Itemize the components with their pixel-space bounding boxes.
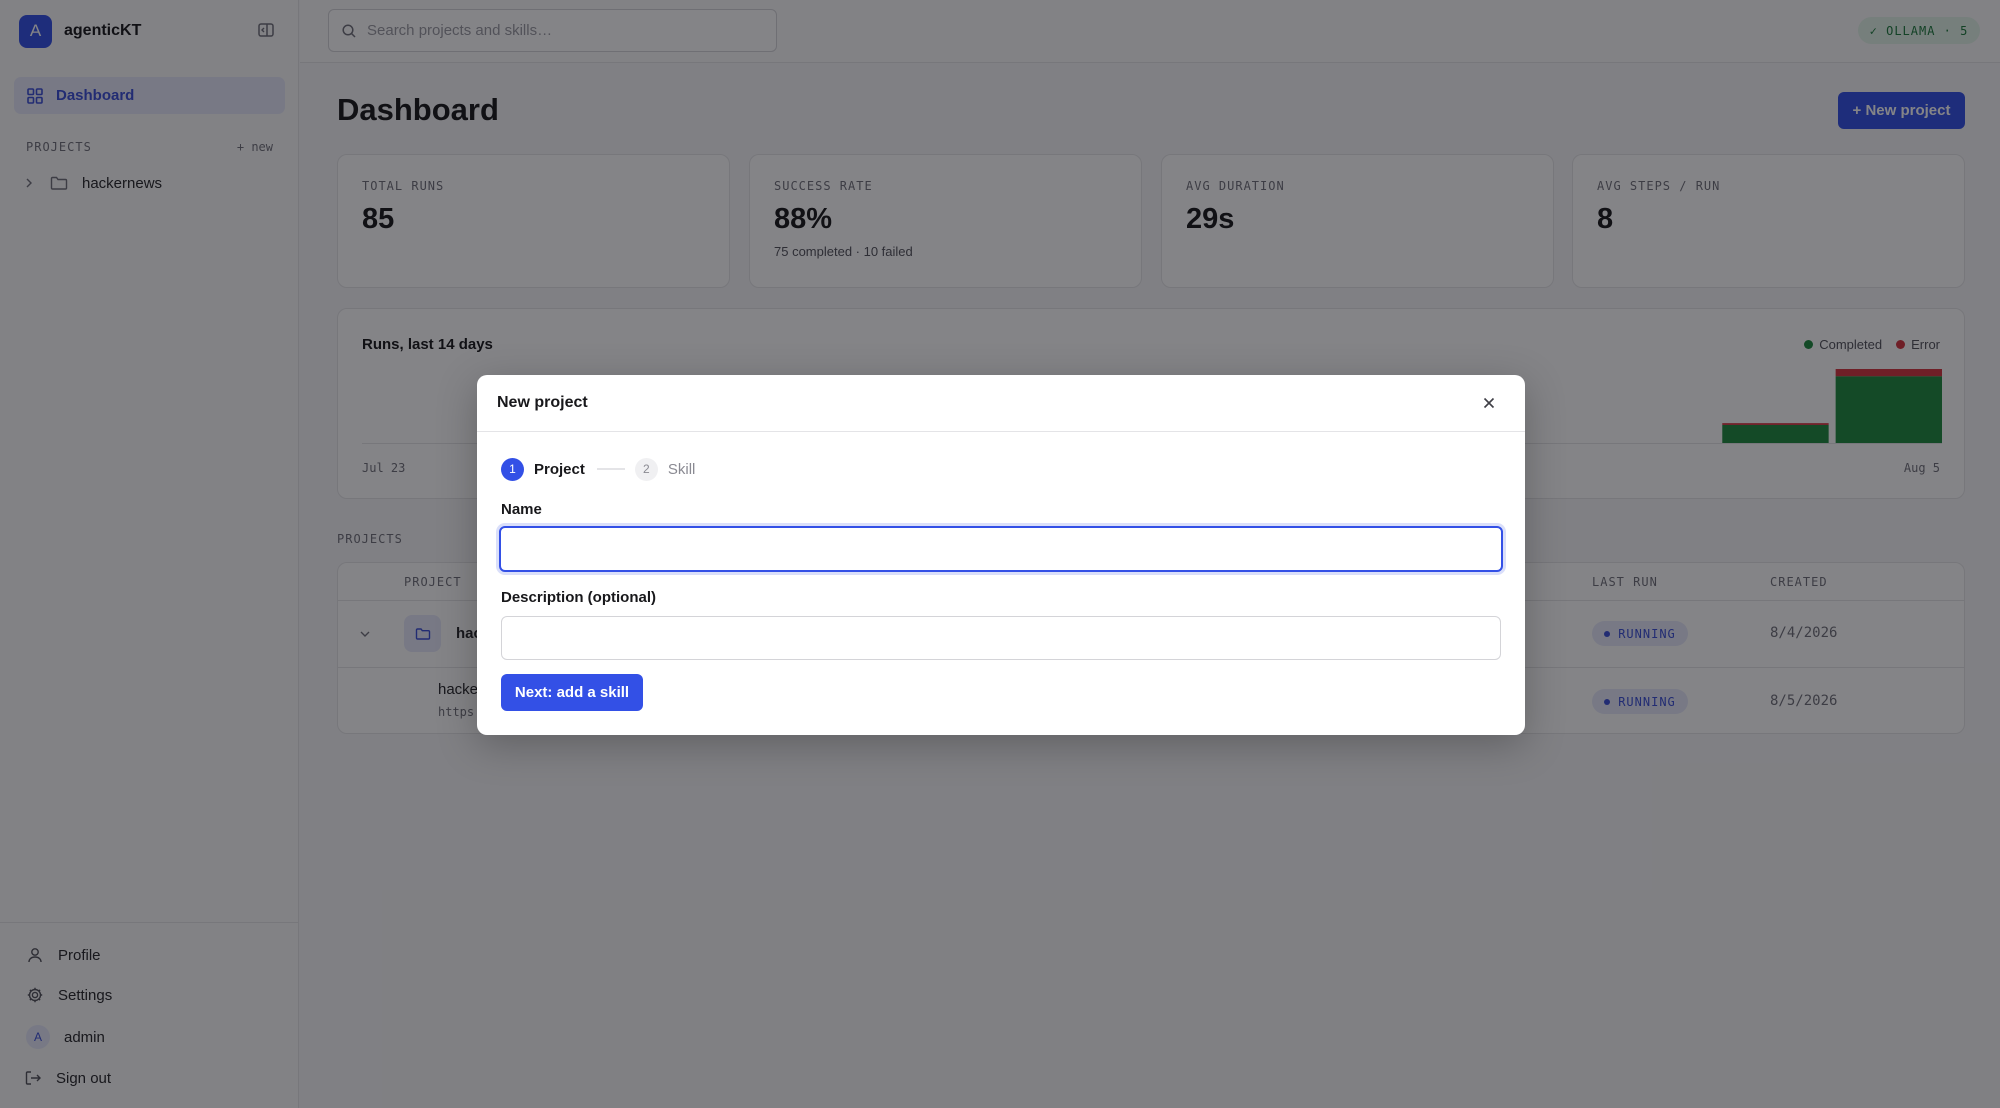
new-project-dialog: New project 1 Project 2 Skill Name Descr… [477,375,1525,735]
description-input[interactable] [501,616,1501,660]
stepper: 1 Project 2 Skill [501,457,695,481]
step-number-idle: 2 [634,457,658,481]
dialog-title: New project [497,394,588,411]
name-label: Name [501,501,542,518]
step-label-project: Project [534,460,585,478]
name-input[interactable] [499,526,1503,572]
close-icon[interactable] [1479,393,1499,413]
step-number-active: 1 [501,457,524,481]
dialog-header: New project [477,375,1525,432]
description-label: Description (optional) [501,589,656,606]
next-add-skill-button[interactable]: Next: add a skill [501,674,643,711]
step-label-skill: Skill [667,460,696,478]
step-connector [596,468,625,470]
